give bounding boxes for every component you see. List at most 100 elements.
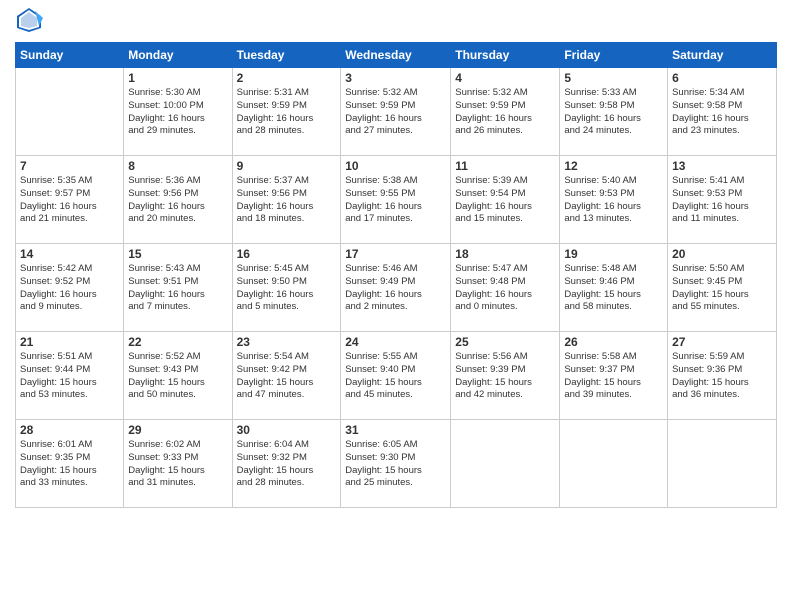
day-number: 25 (455, 335, 555, 349)
col-header-tuesday: Tuesday (232, 43, 341, 68)
cell-content: Sunrise: 5:40 AMSunset: 9:53 PMDaylight:… (564, 175, 663, 226)
cell-content: Sunrise: 5:47 AMSunset: 9:48 PMDaylight:… (455, 263, 555, 314)
calendar-cell: 16 Sunrise: 5:45 AMSunset: 9:50 PMDayligh… (232, 244, 341, 332)
cell-content: Sunrise: 5:31 AMSunset: 9:59 PMDaylight:… (237, 87, 337, 138)
day-number: 5 (564, 71, 663, 85)
calendar-cell: 5 Sunrise: 5:33 AMSunset: 9:58 PMDaylight… (560, 68, 668, 156)
calendar-cell: 28 Sunrise: 6:01 AMSunset: 9:35 PMDayligh… (16, 420, 124, 508)
calendar-cell: 2Sunrise: 5:31 AMSunset: 9:59 PMDaylight… (232, 68, 341, 156)
week-row-4: 21 Sunrise: 5:51 AMSunset: 9:44 PMDayligh… (16, 332, 777, 420)
calendar-cell: 6 Sunrise: 5:34 AMSunset: 9:58 PMDaylight… (668, 68, 777, 156)
cell-content: Sunrise: 5:52 AMSunset: 9:43 PMDaylight:… (128, 351, 227, 402)
logo-icon (15, 6, 43, 34)
calendar-cell: 1 Sunrise: 5:30 AMSunset: 10:00 PMDayligh… (124, 68, 232, 156)
day-number: 29 (128, 423, 227, 437)
day-number: 17 (345, 247, 446, 261)
calendar-cell (560, 420, 668, 508)
week-row-5: 28 Sunrise: 6:01 AMSunset: 9:35 PMDayligh… (16, 420, 777, 508)
day-number: 31 (345, 423, 446, 437)
week-row-2: 7 Sunrise: 5:35 AMSunset: 9:57 PMDaylight… (16, 156, 777, 244)
calendar-cell: 9 Sunrise: 5:37 AMSunset: 9:56 PMDaylight… (232, 156, 341, 244)
day-number: 4 (455, 71, 555, 85)
day-number: 20 (672, 247, 772, 261)
calendar-cell: 17 Sunrise: 5:46 AMSunset: 9:49 PMDayligh… (341, 244, 451, 332)
cell-content: Sunrise: 6:05 AMSunset: 9:30 PMDaylight:… (345, 439, 446, 490)
cell-content: Sunrise: 5:41 AMSunset: 9:53 PMDaylight:… (672, 175, 772, 226)
cell-content: Sunrise: 6:04 AMSunset: 9:32 PMDaylight:… (237, 439, 337, 490)
cell-content: Sunrise: 5:55 AMSunset: 9:40 PMDaylight:… (345, 351, 446, 402)
cell-content: Sunrise: 5:37 AMSunset: 9:56 PMDaylight:… (237, 175, 337, 226)
calendar-cell: 15Sunrise: 5:43 AMSunset: 9:51 PMDayligh… (124, 244, 232, 332)
cell-content: Sunrise: 5:33 AMSunset: 9:58 PMDaylight:… (564, 87, 663, 138)
calendar-cell (451, 420, 560, 508)
cell-content: Sunrise: 5:32 AMSunset: 9:59 PMDaylight:… (345, 87, 446, 138)
cell-content: Sunrise: 5:51 AMSunset: 9:44 PMDaylight:… (20, 351, 119, 402)
header (15, 10, 777, 34)
day-number: 16 (237, 247, 337, 261)
cell-content: Sunrise: 5:35 AMSunset: 9:57 PMDaylight:… (20, 175, 119, 226)
calendar-cell: 11Sunrise: 5:39 AMSunset: 9:54 PMDayligh… (451, 156, 560, 244)
day-number: 14 (20, 247, 119, 261)
calendar-cell: 12 Sunrise: 5:40 AMSunset: 9:53 PMDayligh… (560, 156, 668, 244)
calendar-cell: 8 Sunrise: 5:36 AMSunset: 9:56 PMDaylight… (124, 156, 232, 244)
day-number: 30 (237, 423, 337, 437)
col-header-saturday: Saturday (668, 43, 777, 68)
week-row-3: 14 Sunrise: 5:42 AMSunset: 9:52 PMDayligh… (16, 244, 777, 332)
day-number: 24 (345, 335, 446, 349)
day-number: 19 (564, 247, 663, 261)
calendar-cell: 21 Sunrise: 5:51 AMSunset: 9:44 PMDayligh… (16, 332, 124, 420)
cell-content: Sunrise: 5:58 AMSunset: 9:37 PMDaylight:… (564, 351, 663, 402)
day-number: 9 (237, 159, 337, 173)
calendar-cell: 31 Sunrise: 6:05 AMSunset: 9:30 PMDayligh… (341, 420, 451, 508)
day-number: 18 (455, 247, 555, 261)
day-number: 12 (564, 159, 663, 173)
logo (15, 10, 45, 34)
col-header-monday: Monday (124, 43, 232, 68)
calendar-cell: 14 Sunrise: 5:42 AMSunset: 9:52 PMDayligh… (16, 244, 124, 332)
day-number: 21 (20, 335, 119, 349)
cell-content: Sunrise: 5:42 AMSunset: 9:52 PMDaylight:… (20, 263, 119, 314)
cell-content: Sunrise: 5:30 AMSunset: 10:00 PMDaylight… (128, 87, 227, 138)
cell-content: Sunrise: 5:34 AMSunset: 9:58 PMDaylight:… (672, 87, 772, 138)
cell-content: Sunrise: 5:56 AMSunset: 9:39 PMDaylight:… (455, 351, 555, 402)
calendar-cell: 18 Sunrise: 5:47 AMSunset: 9:48 PMDayligh… (451, 244, 560, 332)
calendar-cell: 24 Sunrise: 5:55 AMSunset: 9:40 PMDayligh… (341, 332, 451, 420)
week-row-1: 1 Sunrise: 5:30 AMSunset: 10:00 PMDayligh… (16, 68, 777, 156)
calendar-cell: 4 Sunrise: 5:32 AMSunset: 9:59 PMDaylight… (451, 68, 560, 156)
calendar-cell: 13 Sunrise: 5:41 AMSunset: 9:53 PMDayligh… (668, 156, 777, 244)
calendar-cell: 7 Sunrise: 5:35 AMSunset: 9:57 PMDaylight… (16, 156, 124, 244)
col-header-wednesday: Wednesday (341, 43, 451, 68)
col-header-friday: Friday (560, 43, 668, 68)
calendar-cell: 20 Sunrise: 5:50 AMSunset: 9:45 PMDayligh… (668, 244, 777, 332)
calendar-cell (16, 68, 124, 156)
cell-content: Sunrise: 5:46 AMSunset: 9:49 PMDaylight:… (345, 263, 446, 314)
calendar-cell: 25 Sunrise: 5:56 AMSunset: 9:39 PMDayligh… (451, 332, 560, 420)
calendar-cell (668, 420, 777, 508)
col-header-thursday: Thursday (451, 43, 560, 68)
cell-content: Sunrise: 6:02 AMSunset: 9:33 PMDaylight:… (128, 439, 227, 490)
cell-content: Sunrise: 5:50 AMSunset: 9:45 PMDaylight:… (672, 263, 772, 314)
day-number: 8 (128, 159, 227, 173)
cell-content: Sunrise: 5:54 AMSunset: 9:42 PMDaylight:… (237, 351, 337, 402)
cell-content: Sunrise: 5:59 AMSunset: 9:36 PMDaylight:… (672, 351, 772, 402)
day-number: 1 (128, 71, 227, 85)
cell-content: Sunrise: 5:43 AMSunset: 9:51 PMDaylight:… (128, 263, 227, 314)
day-number: 23 (237, 335, 337, 349)
cell-content: Sunrise: 6:01 AMSunset: 9:35 PMDaylight:… (20, 439, 119, 490)
cell-content: Sunrise: 5:48 AMSunset: 9:46 PMDaylight:… (564, 263, 663, 314)
calendar-cell: 23 Sunrise: 5:54 AMSunset: 9:42 PMDayligh… (232, 332, 341, 420)
day-number: 7 (20, 159, 119, 173)
calendar-cell: 27 Sunrise: 5:59 AMSunset: 9:36 PMDayligh… (668, 332, 777, 420)
cell-content: Sunrise: 5:38 AMSunset: 9:55 PMDaylight:… (345, 175, 446, 226)
cell-content: Sunrise: 5:32 AMSunset: 9:59 PMDaylight:… (455, 87, 555, 138)
calendar-cell: 22Sunrise: 5:52 AMSunset: 9:43 PMDayligh… (124, 332, 232, 420)
day-number: 6 (672, 71, 772, 85)
calendar-cell: 10Sunrise: 5:38 AMSunset: 9:55 PMDayligh… (341, 156, 451, 244)
cell-content: Sunrise: 5:45 AMSunset: 9:50 PMDaylight:… (237, 263, 337, 314)
day-number: 27 (672, 335, 772, 349)
calendar-cell: 26Sunrise: 5:58 AMSunset: 9:37 PMDayligh… (560, 332, 668, 420)
day-number: 28 (20, 423, 119, 437)
cell-content: Sunrise: 5:36 AMSunset: 9:56 PMDaylight:… (128, 175, 227, 226)
day-number: 13 (672, 159, 772, 173)
calendar: SundayMondayTuesdayWednesdayThursdayFrid… (15, 42, 777, 508)
